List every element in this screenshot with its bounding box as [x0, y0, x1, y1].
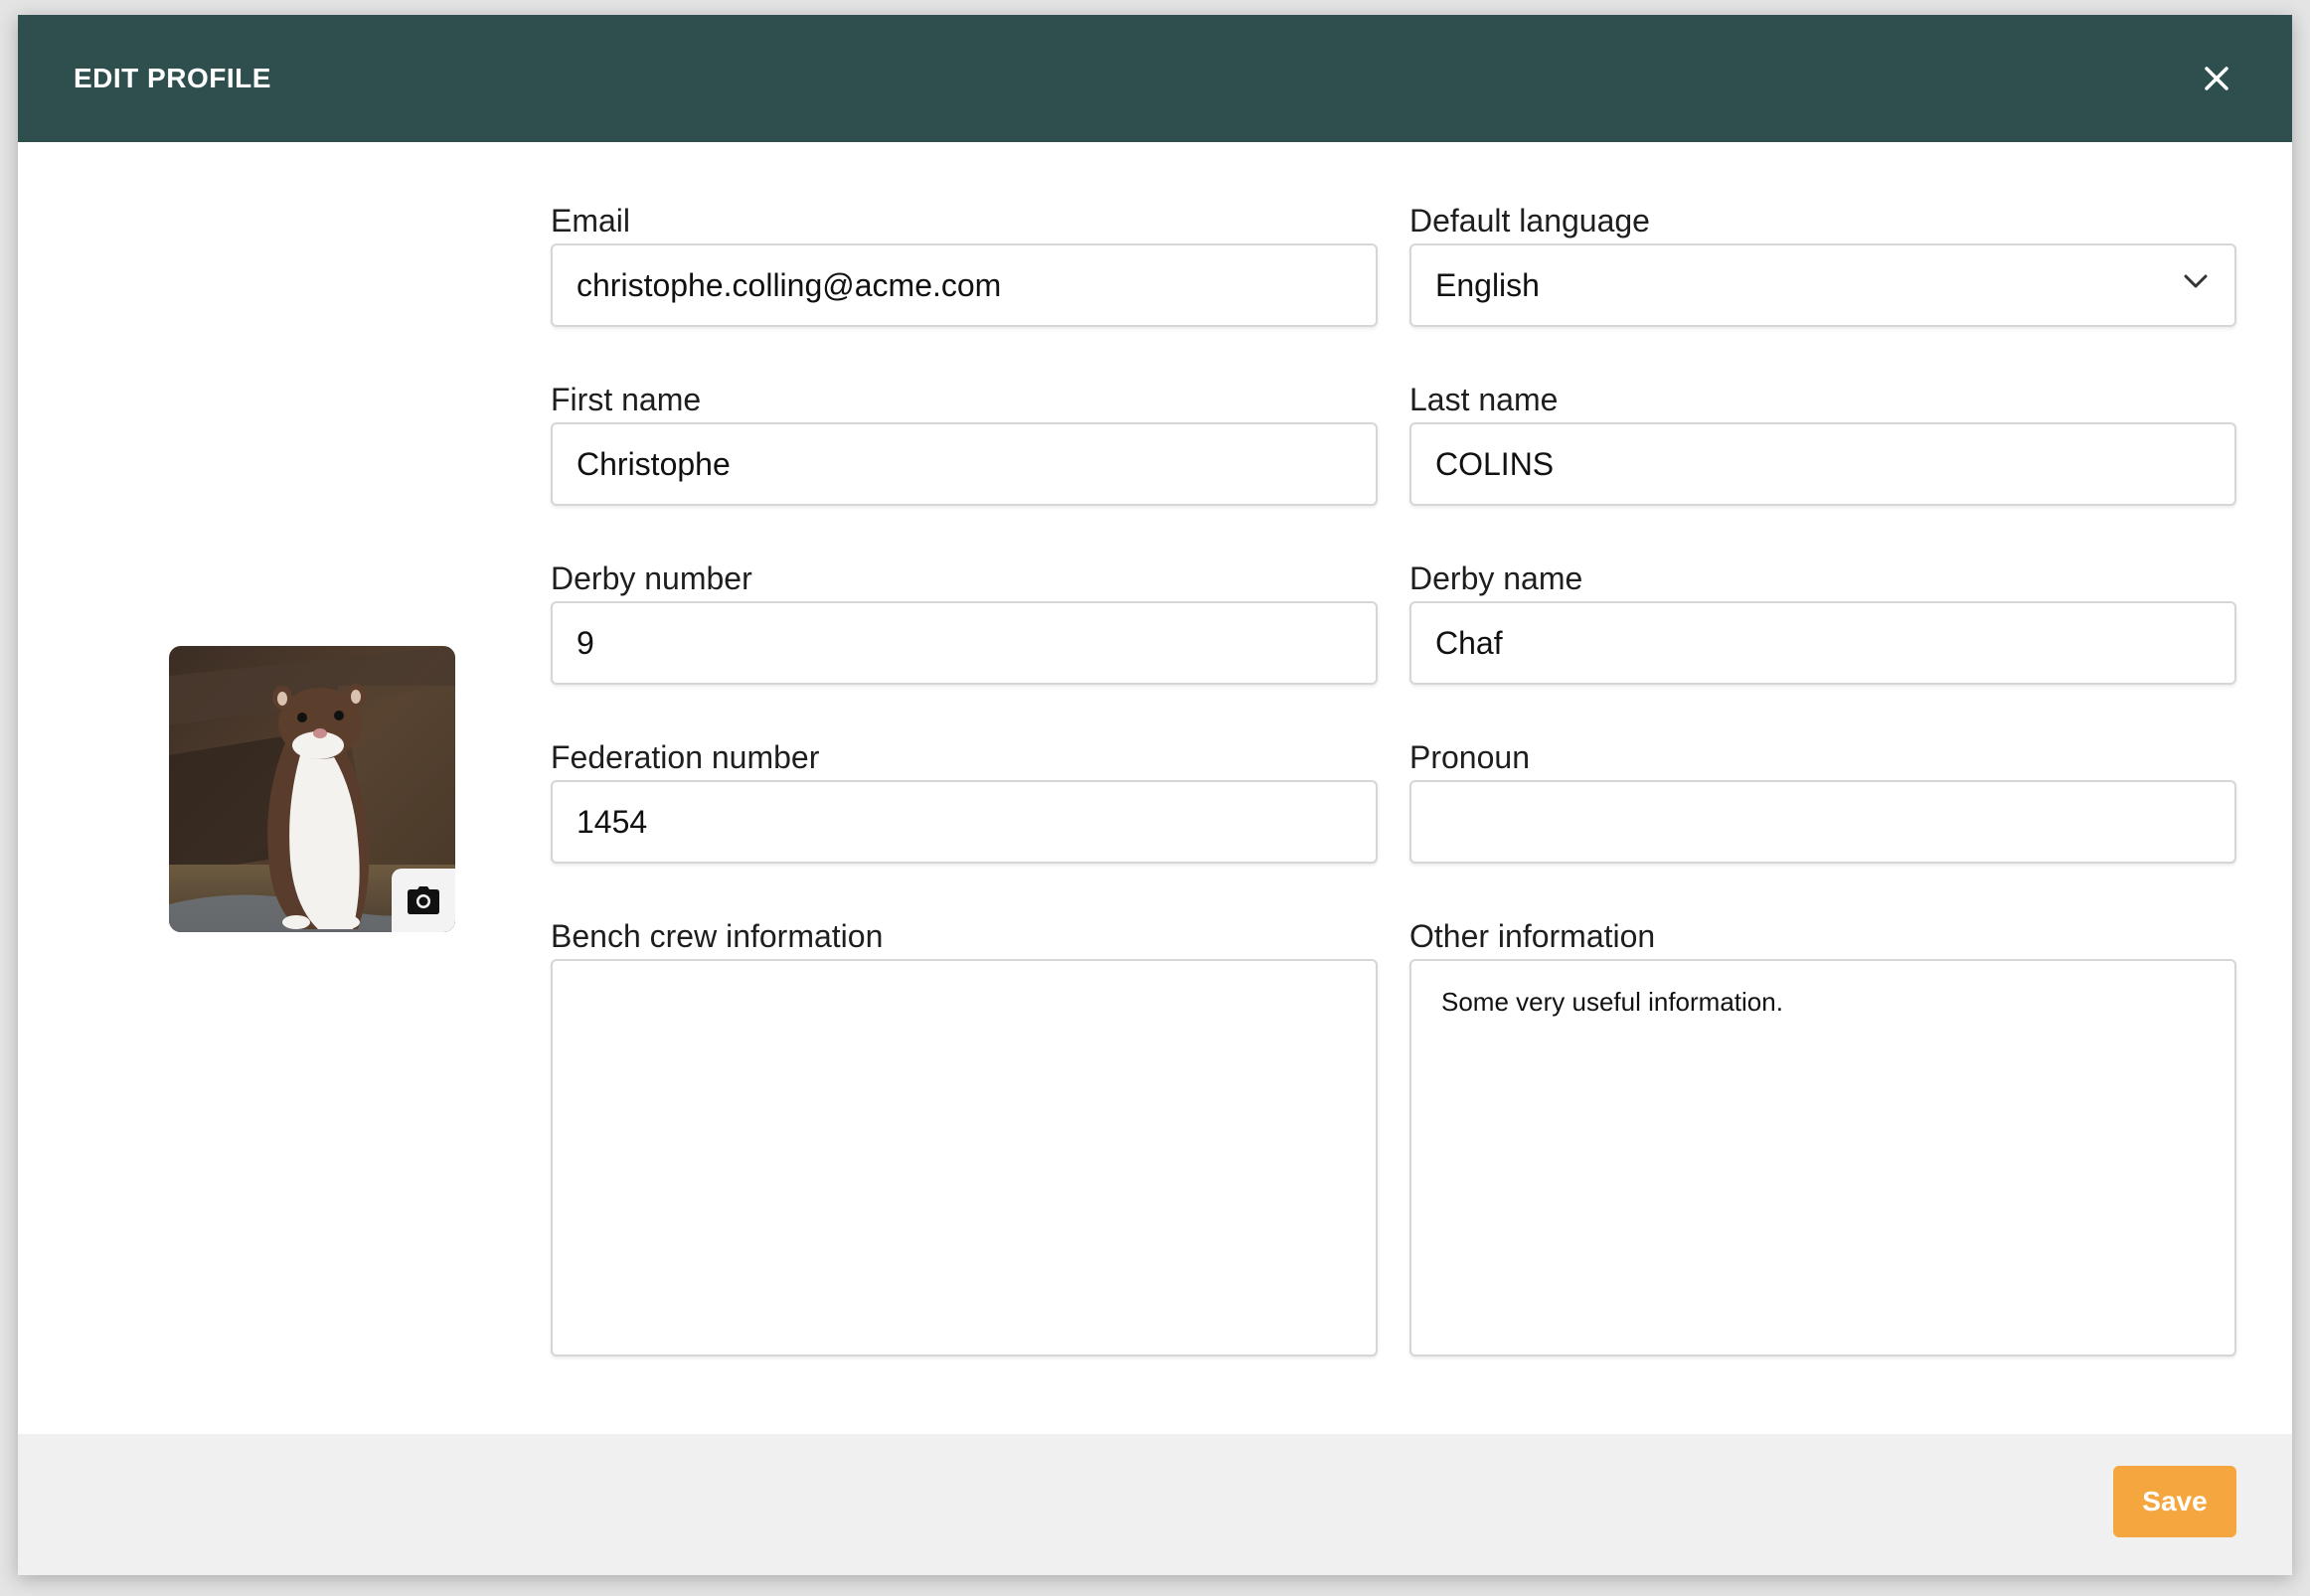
- federation-number-label: Federation number: [551, 739, 820, 775]
- last-name-field[interactable]: [1409, 422, 2236, 506]
- camera-icon: [408, 886, 439, 914]
- federation-number-field[interactable]: [551, 780, 1378, 864]
- last-name-label: Last name: [1409, 382, 1559, 417]
- edit-profile-dialog: EDIT PROFILE Email christophe.colling@ac…: [18, 15, 2292, 1575]
- bench-crew-group: Bench crew information: [551, 913, 1378, 1361]
- language-select[interactable]: English: [1409, 243, 2236, 327]
- email-group: Email: [551, 198, 1378, 327]
- pronoun-field[interactable]: [1409, 780, 2236, 864]
- dialog-body: Email Default language English First nam…: [18, 142, 2292, 1434]
- bench-crew-textarea[interactable]: [551, 959, 1378, 1357]
- dialog-header: EDIT PROFILE: [18, 15, 2292, 142]
- pronoun-label: Pronoun: [1409, 739, 1530, 775]
- derby-name-field[interactable]: [1409, 601, 2236, 685]
- derby-number-label: Derby number: [551, 560, 752, 596]
- first-name-label: First name: [551, 382, 702, 417]
- change-photo-button[interactable]: [392, 869, 455, 932]
- language-label: Default language: [1409, 203, 1650, 239]
- email-field[interactable]: [551, 243, 1378, 327]
- save-button[interactable]: Save: [2113, 1466, 2236, 1537]
- chevron-down-icon: [2184, 274, 2208, 288]
- pronoun-group: Pronoun: [1409, 734, 2236, 864]
- close-icon: [2205, 67, 2228, 90]
- derby-name-group: Derby name: [1409, 556, 2236, 685]
- federation-number-group: Federation number: [551, 734, 1378, 864]
- derby-number-group: Derby number: [551, 556, 1378, 685]
- email-label: Email: [551, 203, 631, 239]
- first-name-field[interactable]: [551, 422, 1378, 506]
- first-name-group: First name: [551, 377, 1378, 506]
- other-info-group: Other information Some very useful infor…: [1409, 913, 2236, 1361]
- derby-number-field[interactable]: [551, 601, 1378, 685]
- other-info-label: Other information: [1409, 918, 1656, 954]
- close-button[interactable]: [2197, 59, 2236, 98]
- other-info-textarea[interactable]: Some very useful information.: [1409, 959, 2236, 1357]
- profile-avatar: [169, 646, 455, 932]
- language-group: Default language English: [1409, 198, 2236, 327]
- last-name-group: Last name: [1409, 377, 2236, 506]
- derby-name-label: Derby name: [1409, 560, 1583, 596]
- bench-crew-label: Bench crew information: [551, 918, 884, 954]
- dialog-footer: Save: [18, 1434, 2292, 1575]
- language-value: English: [1435, 266, 1540, 303]
- dialog-title: EDIT PROFILE: [74, 63, 271, 93]
